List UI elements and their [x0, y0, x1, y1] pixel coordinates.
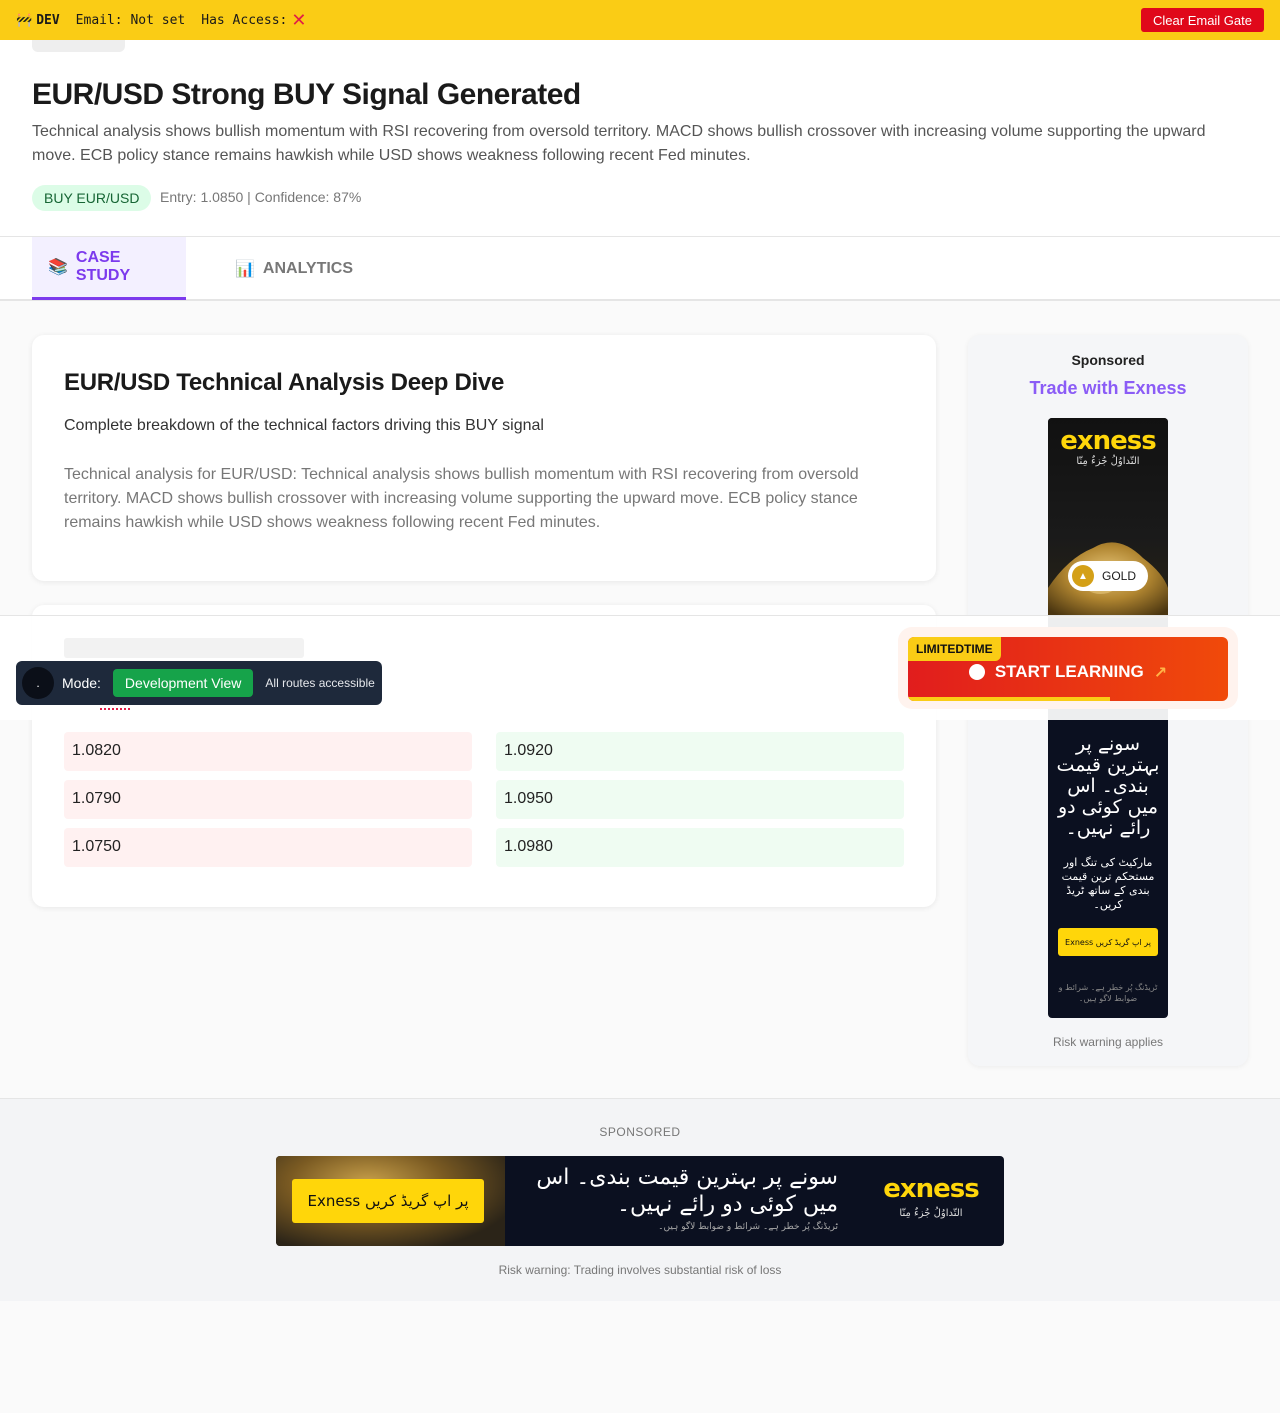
analysis-body: Technical analysis for EUR/USD: Technica… — [64, 466, 859, 531]
mode-panel: . Mode: Development View All routes acce… — [16, 661, 382, 705]
ad-subtext: مارکیٹ کی تنگ اور مستحکم ترین قیمت بندی … — [1061, 856, 1155, 911]
sponsored-label: Sponsored — [1071, 352, 1145, 368]
stop-loss-level: 1.0820 — [64, 732, 472, 771]
construction-icon: 🚧 — [16, 12, 33, 28]
obscured-marker — [100, 708, 130, 714]
dev-tag: 🚧 DEV — [16, 13, 60, 28]
analysis-card: EUR/USD Technical Analysis Deep Dive Com… — [32, 335, 936, 581]
promo-progress-bar — [908, 697, 1110, 701]
gold-label: GOLD — [1102, 569, 1137, 583]
promo-label: START LEARNING — [994, 662, 1144, 681]
tab-label: ANALYTICS — [262, 259, 354, 277]
exness-tagline: التّداوُلُ جُزءٌ مِنّا — [899, 1208, 963, 1219]
promo-content: START LEARNING ↗ — [908, 662, 1228, 682]
sticky-overlay-bar: . Mode: Development View All routes acce… — [0, 615, 1280, 720]
signal-meta: Entry: 1.0850 | Confidence: 87% — [160, 189, 362, 205]
exness-banner-ad[interactable]: Exness پر اپ گریڈ کریں سونے پر بہترین قی… — [276, 1156, 1004, 1246]
tab-bar: 📚 CASE STUDY 📊 ANALYTICS — [0, 237, 1280, 301]
upgrade-to-exness-button[interactable]: Exness پر اپ گریڈ کریں — [1058, 928, 1158, 956]
development-view-button[interactable]: Development View — [112, 669, 254, 697]
signal-header: EUR/USD Strong BUY Signal Generated Tech… — [0, 40, 1280, 237]
signal-description: Technical analysis shows bullish momentu… — [32, 123, 1206, 164]
banner-fine-print: ٹریڈنگ پُر خطر ہے۔ شرائط و ضوابط لاگو ہی… — [658, 1222, 838, 1232]
page-title: EUR/USD Strong BUY Signal Generated — [32, 78, 581, 111]
footer-sponsored-section: SPONSORED Exness پر اپ گریڈ کریں سونے پر… — [0, 1098, 1280, 1301]
tab-case-study[interactable]: 📚 CASE STUDY — [32, 237, 186, 300]
obscured-heading — [64, 638, 304, 658]
exness-tagline: التّداوُلُ جُزءٌ مِنّا — [1076, 456, 1140, 467]
upgrade-to-exness-button[interactable]: Exness پر اپ گریڈ کریں — [292, 1179, 484, 1223]
gold-tag: ▲ GOLD — [1068, 561, 1148, 591]
gold-bars-icon: ▲ — [1072, 565, 1094, 587]
risk-warning: Risk warning: Trading involves substanti… — [498, 1263, 782, 1277]
email-status: Email: Not set — [75, 12, 186, 28]
access-status: Has Access: — [201, 12, 288, 28]
target-level: 1.0920 — [496, 732, 904, 771]
exness-logo: exness — [883, 1174, 980, 1204]
risk-warning: Risk warning applies — [1052, 1035, 1164, 1049]
ad-fine-print: ٹریڈنگ پُر خطر ہے۔ شرائط و ضوابط لاگو ہی… — [1058, 983, 1158, 1003]
tab-label: CASE STUDY — [75, 249, 131, 284]
analysis-title: EUR/USD Technical Analysis Deep Dive — [64, 369, 505, 396]
promo-widget: LIMITEDTIME START LEARNING ↗ — [898, 627, 1238, 709]
mode-note: All routes accessible — [265, 676, 375, 690]
ad-headline: سونے پر بہترین قیمت بندی۔ اس میں کوئی دو… — [1056, 733, 1160, 839]
signal-badge: BUY EUR/USD — [32, 185, 152, 211]
banner-headline: سونے پر بہترین قیمت بندی۔ اس میں کوئی دو… — [536, 1165, 838, 1217]
tab-analytics[interactable]: 📊 ANALYTICS — [219, 237, 369, 300]
start-learning-button[interactable]: LIMITEDTIME START LEARNING ↗ — [908, 637, 1228, 701]
analysis-subtitle: Complete breakdown of the technical fact… — [64, 417, 544, 434]
stop-loss-level: 1.0750 — [64, 828, 472, 867]
stop-loss-level: 1.0790 — [64, 780, 472, 819]
dev-label: DEV — [36, 12, 60, 28]
bar-chart-icon: 📊 — [235, 260, 255, 278]
dev-toolbar: 🚧 DEV Email: Not set Has Access: ✕ Clear… — [0, 0, 1280, 40]
limited-time-badge: LIMITEDTIME — [908, 637, 1001, 661]
target-level: 1.0980 — [496, 828, 904, 867]
target-level: 1.0950 — [496, 780, 904, 819]
sponsored-label: SPONSORED — [599, 1125, 681, 1139]
ad-hero: exness التّداوُلُ جُزءٌ مِنّا ▲ GOLD — [1048, 418, 1168, 618]
trend-arrow-icon: ↗ — [1153, 662, 1168, 682]
books-icon: 📚 — [48, 259, 68, 276]
trade-with-exness-link[interactable]: Trade with Exness — [968, 378, 1248, 399]
cross-icon: ✕ — [291, 9, 307, 31]
exness-logo: exness — [1060, 426, 1157, 456]
clear-email-gate-button[interactable]: Clear Email Gate — [1141, 8, 1264, 32]
avatar[interactable]: . — [22, 667, 54, 699]
pulse-dot-icon — [968, 664, 985, 680]
mode-label: Mode: — [62, 675, 101, 691]
